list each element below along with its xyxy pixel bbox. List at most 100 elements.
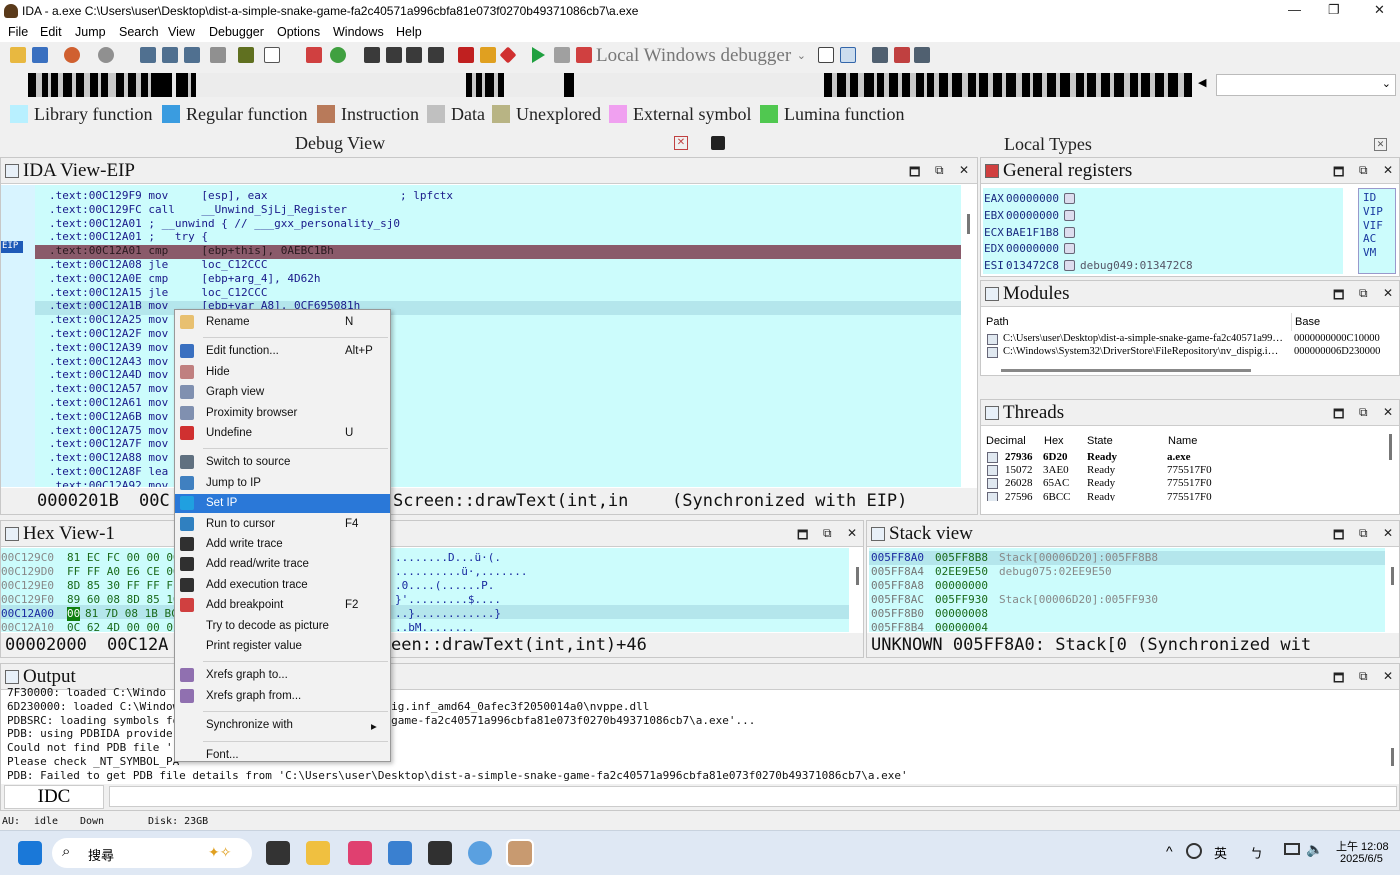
disasm-line[interactable]: .text:00C12A6B mov [49, 410, 168, 424]
hex-highlight-byte[interactable]: 00 [67, 607, 81, 621]
hex-row[interactable]: 00C129F0 89 60 08 8D 85 10}'.........$...… [1, 593, 849, 607]
func-icon[interactable] [364, 47, 380, 63]
menu-edit[interactable]: Edit [40, 25, 62, 39]
task-view-icon[interactable] [266, 841, 290, 865]
stop-icon[interactable] [576, 47, 592, 63]
hex-row[interactable]: 00C129E0 8D 85 30 FF FF FF .0....(......P. [1, 579, 849, 593]
disasm-line[interactable]: .text:00C129F9 mov [esp], eax ; lpfctx [49, 189, 453, 203]
float-panel-icon[interactable]: ⧉ [1359, 163, 1368, 178]
threads-col-name[interactable]: Name [1168, 435, 1197, 447]
threads-col-state[interactable]: State [1087, 435, 1113, 447]
context-menu-item[interactable]: Hide [175, 363, 390, 382]
ida-taskbar-icon[interactable] [506, 839, 534, 867]
modules-col-path[interactable]: Path [986, 316, 1009, 328]
c-active-icon[interactable] [840, 47, 856, 63]
context-menu-item[interactable]: Try to decode as picture [175, 617, 390, 636]
context-menu-item[interactable]: Print register value [175, 637, 390, 656]
thread-row[interactable]: 15072 3AE0 Ready 775517F0 [985, 464, 1385, 477]
close-panel-icon[interactable]: ✕ [847, 526, 857, 540]
close-panel-icon[interactable]: ✕ [1383, 405, 1393, 419]
threads-col-hex[interactable]: Hex [1044, 435, 1064, 447]
disabled-icon[interactable] [210, 47, 226, 63]
close-panel-icon[interactable]: ✕ [1383, 286, 1393, 300]
menu-help[interactable]: Help [396, 25, 422, 39]
disasm-line[interactable]: .text:00C12A15 jle loc_C12CCC [49, 286, 268, 300]
context-menu-item[interactable]: Proximity browser [175, 404, 390, 423]
disasm-line[interactable]: .text:00C12A43 mov [49, 355, 168, 369]
context-menu-item[interactable]: Set IP [175, 494, 390, 514]
vertical-scrollbar[interactable] [1389, 434, 1392, 460]
disasm-line[interactable]: .text:00C12A01 ; __unwind { // ___gxx_pe… [49, 217, 400, 231]
context-menu-item[interactable]: Graph view [175, 383, 390, 402]
disasm-line[interactable]: .text:00C12A57 mov [49, 382, 168, 396]
maximize-button[interactable]: ❐ [1328, 2, 1340, 18]
menu-jump[interactable]: Jump [75, 25, 106, 39]
disasm-line[interactable]: .text:00C12A0E cmp [ebp+arg_4], 4D62h [49, 272, 321, 286]
context-menu-item[interactable]: Edit function... Alt+P [175, 342, 390, 361]
thread-row[interactable]: 26028 65AC Ready 775517F0 [985, 477, 1385, 490]
strings-icon[interactable] [406, 47, 422, 63]
tab-local-types[interactable]: Local Types [1004, 134, 1092, 155]
threads-col-decimal[interactable]: Decimal [986, 435, 1026, 447]
windows-start-icon[interactable] [18, 841, 42, 865]
module-row[interactable]: C:\Windows\System32\DriverStore\FileRepo… [985, 346, 1397, 359]
context-menu-item[interactable]: Add breakpoint F2 [175, 596, 390, 615]
disasm-line[interactable]: .text:00C12A7F mov [49, 437, 168, 451]
pause-icon[interactable] [554, 47, 570, 63]
navigation-band[interactable] [28, 73, 1192, 97]
text-search-icon[interactable] [162, 47, 178, 63]
threads-rows[interactable]: 27936 6D20 Ready a.exe 15072 3AE0 Ready 775517F… [985, 451, 1385, 501]
context-menu-item[interactable]: Font... [175, 746, 390, 765]
nav-left-icon[interactable]: ◀ [1198, 76, 1206, 89]
disasm-line[interactable]: .text:00C12A2F mov [49, 327, 168, 341]
stack-row[interactable]: 005FF8A0 005FF8B8 Stack[00006D20]:005FF8B8 [869, 551, 1385, 565]
minimize-panel-icon[interactable]: 🗖 [909, 163, 920, 184]
hex-row[interactable]: 00C12A00 00 81 7D 08 1B BC..}............} [1, 607, 849, 621]
idc-command-input[interactable] [109, 786, 1397, 807]
hex-row[interactable]: 00C129C0 81 EC FC 00 00 00 ........D...ü·(… [1, 551, 849, 565]
ime-language[interactable]: 英 [1214, 843, 1227, 862]
save-icon[interactable] [32, 47, 48, 63]
stack-rows[interactable]: 005FF8A0 005FF8B8 Stack[00006D20]:005FF8B8… [869, 551, 1385, 633]
jump-arrow-icon[interactable] [1064, 243, 1075, 255]
disasm-line[interactable]: .text:00C12A92 mov [49, 479, 168, 487]
context-menu-item[interactable]: Undefine U [175, 424, 390, 443]
register-row[interactable]: EDX 00000000 [984, 241, 1334, 256]
chevron-up-icon[interactable]: ^ [1166, 843, 1173, 859]
close-panel-icon[interactable]: ✕ [1383, 669, 1393, 683]
stack-row[interactable]: 005FF8AC 005FF930 Stack[00006D20]:005FF930 [869, 593, 1385, 607]
disasm-line[interactable]: .text:00C12A25 mov [49, 313, 168, 327]
jump-arrow-icon[interactable] [1064, 260, 1075, 272]
flags-list[interactable]: ID VIP VIF AC VM [1358, 188, 1396, 274]
run-icon[interactable] [532, 47, 545, 63]
menu-file[interactable]: File [8, 25, 28, 39]
cloud-icon[interactable] [468, 841, 492, 865]
stack-row[interactable]: 005FF8A4 02EE9E50 debug075:02EE9E50 [869, 565, 1385, 579]
modules-rows[interactable]: C:\Users\user\Desktop\dist-a-simple-snak… [985, 333, 1397, 367]
jump-back-icon[interactable] [64, 47, 80, 63]
vertical-scrollbar[interactable] [1391, 748, 1394, 766]
context-menu-item[interactable]: Rename N [175, 313, 390, 332]
green-circle-icon[interactable] [330, 47, 346, 63]
open-icon[interactable] [10, 47, 26, 63]
context-menu-item[interactable]: Add execution trace [175, 576, 390, 595]
register-row[interactable]: EBX 00000000 [984, 208, 1334, 223]
jump-arrow-icon[interactable] [1064, 209, 1075, 221]
down-arrow-icon[interactable] [238, 47, 254, 63]
idc-language-button[interactable]: IDC [4, 785, 104, 809]
search-next-icon[interactable] [184, 47, 200, 63]
context-menu-item[interactable]: Jump to IP [175, 474, 390, 493]
float-panel-icon[interactable]: ⧉ [1359, 526, 1368, 541]
menu-view[interactable]: View [168, 25, 195, 39]
disasm-line[interactable]: .text:00C12A08 jle loc_C12CCC [49, 258, 268, 272]
minimize-button[interactable]: — [1288, 2, 1301, 17]
disasm-line[interactable]: .text:00C12A8F lea [49, 465, 168, 479]
vscode-icon[interactable] [388, 841, 412, 865]
stack-row[interactable]: 005FF8B0 00000008 [869, 607, 1385, 621]
c-icon[interactable] [818, 47, 834, 63]
stack-row[interactable]: 005FF8A8 00000000 [869, 579, 1385, 593]
context-menu-item[interactable]: Run to cursor F4 [175, 515, 390, 534]
module-row[interactable]: C:\Users\user\Desktop\dist-a-simple-snak… [985, 333, 1397, 346]
close-tab-icon[interactable]: ✕ [1374, 138, 1387, 151]
vertical-scrollbar[interactable] [1391, 567, 1394, 585]
